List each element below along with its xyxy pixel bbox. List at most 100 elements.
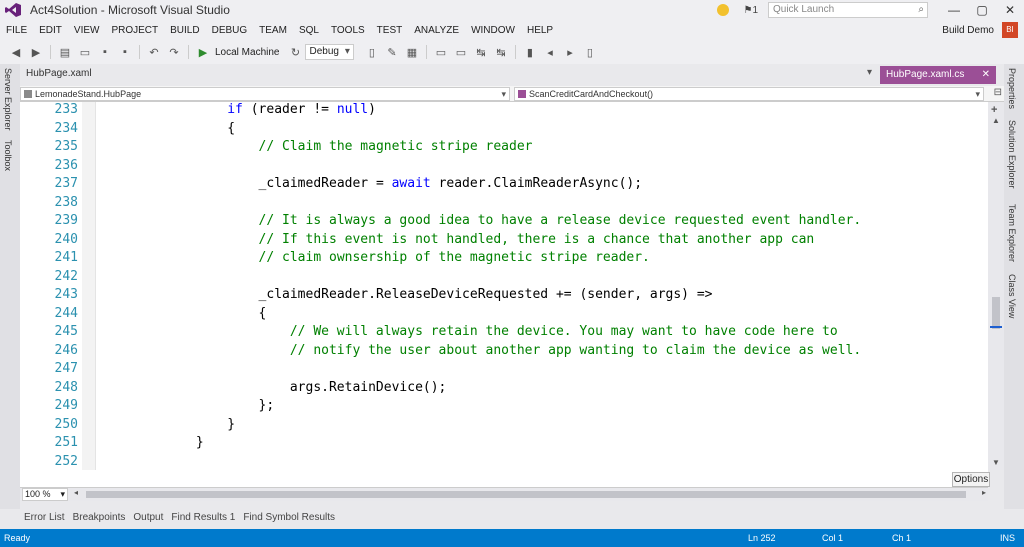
- refresh-icon[interactable]: ↻: [287, 44, 303, 60]
- server-explorer-tab[interactable]: Server Explorer: [3, 68, 13, 131]
- tab-hubpage-xaml-cs[interactable]: HubPage.xaml.cs ✕: [880, 66, 996, 84]
- line-number: 242: [54, 268, 78, 284]
- code-line[interactable]: 242: [20, 268, 988, 287]
- debug-tools-icon[interactable]: ✎: [384, 44, 400, 60]
- code-line[interactable]: 246 // notify the user about another app…: [20, 342, 988, 361]
- menu-team[interactable]: TEAM: [253, 25, 293, 36]
- scroll-left-icon[interactable]: ◂: [74, 488, 78, 497]
- maximize-button[interactable]: ▢: [968, 3, 996, 17]
- save-icon[interactable]: ▪: [97, 44, 113, 60]
- scroll-right-icon[interactable]: ▸: [982, 488, 986, 497]
- close-button[interactable]: ✕: [996, 3, 1024, 17]
- code-line[interactable]: 240 // If this event is not handled, the…: [20, 231, 988, 250]
- notifications-flag-icon[interactable]: ⚑1: [743, 5, 758, 16]
- notification-count: 1: [752, 4, 758, 16]
- menu-window[interactable]: WINDOW: [465, 25, 521, 36]
- menu-edit[interactable]: EDIT: [33, 25, 68, 36]
- menu-sql[interactable]: SQL: [293, 25, 325, 36]
- options-button[interactable]: Options: [952, 472, 990, 487]
- menu-help[interactable]: HELP: [521, 25, 559, 36]
- tab-output[interactable]: Output: [133, 512, 163, 523]
- avatar[interactable]: BI: [1002, 22, 1018, 38]
- close-tab-icon[interactable]: ✕: [982, 66, 990, 84]
- code-line[interactable]: 241 // claim ownsership of the magnetic …: [20, 249, 988, 268]
- feedback-smiley-icon[interactable]: [717, 4, 730, 16]
- clear-bookmarks-icon[interactable]: ▯: [582, 44, 598, 60]
- split-window-icon[interactable]: ⊟: [994, 87, 1002, 98]
- code-line[interactable]: 233 if (reader != null): [20, 102, 988, 120]
- comment-icon[interactable]: ▭: [433, 44, 449, 60]
- start-debugging-icon[interactable]: ▶: [195, 44, 211, 60]
- menu-build[interactable]: BUILD: [164, 25, 205, 36]
- tab-find-results-1[interactable]: Find Results 1: [171, 512, 235, 523]
- code-line[interactable]: 244 {: [20, 305, 988, 324]
- save-all-icon[interactable]: ▪: [117, 44, 133, 60]
- tab-find-symbol-results[interactable]: Find Symbol Results: [243, 512, 335, 523]
- code-line[interactable]: 245 // We will always retain the device.…: [20, 323, 988, 342]
- zoom-select[interactable]: 100 % ▾: [22, 488, 68, 501]
- scrollbar-thumb[interactable]: [992, 297, 1000, 329]
- code-line[interactable]: 236: [20, 157, 988, 176]
- menu-file[interactable]: FILE: [0, 25, 33, 36]
- menu-analyze[interactable]: ANALYZE: [408, 25, 465, 36]
- tab-breakpoints[interactable]: Breakpoints: [73, 512, 126, 523]
- split-plus-icon[interactable]: +: [991, 104, 997, 116]
- search-icon[interactable]: ⌕: [918, 3, 924, 17]
- undo-icon[interactable]: ↶: [146, 44, 162, 60]
- keyword-token: null: [336, 102, 369, 117]
- code-line[interactable]: 237 _claimedReader = await reader.ClaimR…: [20, 175, 988, 194]
- menu-debug[interactable]: DEBUG: [206, 25, 254, 36]
- code-line[interactable]: 252: [20, 453, 988, 471]
- solution-explorer-icon[interactable]: ▦: [404, 44, 420, 60]
- code-line[interactable]: 238: [20, 194, 988, 213]
- type-dropdown[interactable]: LemonadeStand.HubPage ▾: [20, 87, 510, 101]
- minimize-button[interactable]: —: [940, 3, 968, 17]
- uncomment-icon[interactable]: ▭: [453, 44, 469, 60]
- code-line[interactable]: 248 args.RetainDevice();: [20, 379, 988, 398]
- signed-in-user[interactable]: Build Demo: [942, 25, 994, 36]
- new-project-icon[interactable]: ▤: [57, 44, 73, 60]
- code-line[interactable]: 235 // Claim the magnetic stripe reader: [20, 138, 988, 157]
- format-icon[interactable]: ↹: [473, 44, 489, 60]
- code-line[interactable]: 239 // It is always a good idea to have …: [20, 212, 988, 231]
- find-in-files-icon[interactable]: ▯: [364, 44, 380, 60]
- code-editor[interactable]: 233 if (reader != null) 234 {235 // Claim…: [20, 102, 988, 470]
- toolbox-tab[interactable]: Toolbox: [3, 140, 13, 171]
- tab-error-list[interactable]: Error List: [24, 512, 65, 523]
- team-explorer-tab[interactable]: Team Explorer: [1007, 204, 1017, 262]
- class-view-tab[interactable]: Class View: [1007, 274, 1017, 318]
- comment-token: // notify the user about another app wan…: [289, 342, 862, 358]
- tab-hubpage-xaml[interactable]: HubPage.xaml: [26, 68, 92, 79]
- next-bookmark-icon[interactable]: ▸: [562, 44, 578, 60]
- outline-icon[interactable]: ↹: [493, 44, 509, 60]
- code-line[interactable]: 250 }: [20, 416, 988, 435]
- code-text: if (reader != null): [102, 102, 376, 120]
- tab-overflow-icon[interactable]: ▾: [867, 67, 872, 78]
- solution-explorer-tab[interactable]: Solution Explorer: [1007, 120, 1017, 189]
- horizontal-scrollbar-thumb[interactable]: [86, 491, 966, 498]
- menu-test[interactable]: TEST: [371, 25, 409, 36]
- code-line[interactable]: 234 {: [20, 120, 988, 139]
- menu-view[interactable]: VIEW: [68, 25, 106, 36]
- scroll-down-icon[interactable]: ▼: [988, 458, 1004, 470]
- properties-tab[interactable]: Properties: [1007, 68, 1017, 109]
- keyword-token: await: [391, 176, 431, 191]
- prev-bookmark-icon[interactable]: ◂: [542, 44, 558, 60]
- code-line[interactable]: 243 _claimedReader.ReleaseDeviceRequeste…: [20, 286, 988, 305]
- member-dropdown[interactable]: ScanCreditCardAndCheckout() ▾: [514, 87, 984, 101]
- navigate-back-icon[interactable]: ◀: [8, 44, 24, 60]
- code-line[interactable]: 247: [20, 360, 988, 379]
- menu-tools[interactable]: TOOLS: [325, 25, 371, 36]
- menu-project[interactable]: PROJECT: [105, 25, 164, 36]
- redo-icon[interactable]: ↷: [166, 44, 182, 60]
- scroll-up-icon[interactable]: ▲: [988, 116, 1004, 128]
- navigate-forward-icon[interactable]: ▶: [28, 44, 44, 60]
- code-line[interactable]: 249 };: [20, 397, 988, 416]
- editor-vertical-scrollbar[interactable]: + ▲ ▼: [988, 102, 1004, 470]
- open-file-icon[interactable]: ▭: [77, 44, 93, 60]
- quick-launch-input[interactable]: Quick Launch ⌕: [768, 2, 928, 18]
- start-target-button[interactable]: Local Machine: [215, 47, 279, 58]
- bookmark-icon[interactable]: ▮: [522, 44, 538, 60]
- code-line[interactable]: 251 }: [20, 434, 988, 453]
- solution-configuration-select[interactable]: Debug: [305, 44, 354, 60]
